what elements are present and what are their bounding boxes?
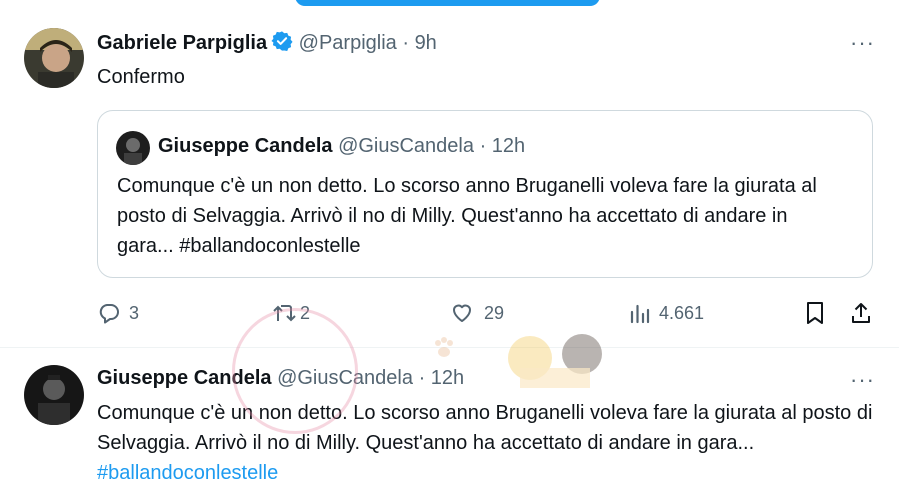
author-avatar[interactable] (24, 28, 84, 88)
quoted-post-header: Giuseppe Candela @GiusCandela · 12h (158, 135, 525, 158)
second-author-avatar[interactable] (24, 365, 84, 425)
second-post-header: Giuseppe Candela @GiusCandela · 12h (97, 367, 464, 390)
post-divider (0, 347, 899, 348)
second-post-text: Comunque c'è un non detto. Lo scorso ann… (97, 398, 887, 488)
second-header-separator: · (418, 367, 426, 389)
second-post-hashtag[interactable]: #ballandoconlestelle (97, 462, 278, 484)
second-author-name[interactable]: Giuseppe Candela (97, 367, 272, 389)
quoted-header-separator: · (479, 135, 487, 157)
views-button[interactable]: 4.661 (629, 301, 704, 325)
post-text: Confermo (97, 66, 185, 88)
post-header: Gabriele Parpiglia @Parpiglia · 9h (97, 30, 437, 58)
views-icon (629, 301, 651, 325)
watermark-paw-graphic (432, 336, 456, 360)
repost-icon (272, 301, 298, 325)
repost-button[interactable]: 2 (272, 301, 310, 325)
quoted-post-text: Comunque c'è un non detto. Lo scorso ann… (117, 171, 837, 261)
second-post-time[interactable]: 12h (431, 367, 464, 389)
author-handle[interactable]: @Parpiglia (299, 32, 397, 54)
second-post-body: Comunque c'è un non detto. Lo scorso ann… (97, 402, 873, 454)
like-count: 29 (484, 302, 505, 323)
more-icon[interactable]: ··· (850, 32, 875, 54)
bookmark-button[interactable] (804, 301, 826, 325)
share-button[interactable] (849, 301, 873, 325)
quoted-post-hashtag: #ballandoconlestelle (179, 235, 361, 257)
repost-count: 2 (300, 302, 311, 323)
reply-button[interactable]: 3 (97, 301, 139, 325)
share-icon (849, 301, 873, 325)
second-author-handle[interactable]: @GiusCandela (277, 367, 413, 389)
quoted-author-handle: @GiusCandela (338, 135, 474, 157)
bookmark-icon (804, 301, 826, 325)
quoted-post-card[interactable]: Giuseppe Candela @GiusCandela · 12h Comu… (97, 110, 873, 278)
second-more-icon[interactable]: ··· (850, 369, 875, 391)
author-name[interactable]: Gabriele Parpiglia (97, 32, 267, 54)
heart-icon (450, 301, 474, 325)
quoted-author-name: Giuseppe Candela (158, 135, 333, 157)
header-separator: · (402, 32, 409, 54)
like-button[interactable]: 29 (450, 301, 504, 325)
quoted-author-avatar (116, 131, 150, 165)
reply-count: 3 (129, 302, 140, 323)
top-blue-pill[interactable] (295, 0, 600, 6)
quoted-post-time: 12h (491, 135, 526, 157)
verified-badge-icon (271, 30, 293, 58)
post-time[interactable]: 9h (415, 32, 437, 54)
reply-icon (97, 301, 121, 325)
watermark-character-graphic (500, 318, 610, 398)
views-count: 4.661 (659, 302, 705, 323)
